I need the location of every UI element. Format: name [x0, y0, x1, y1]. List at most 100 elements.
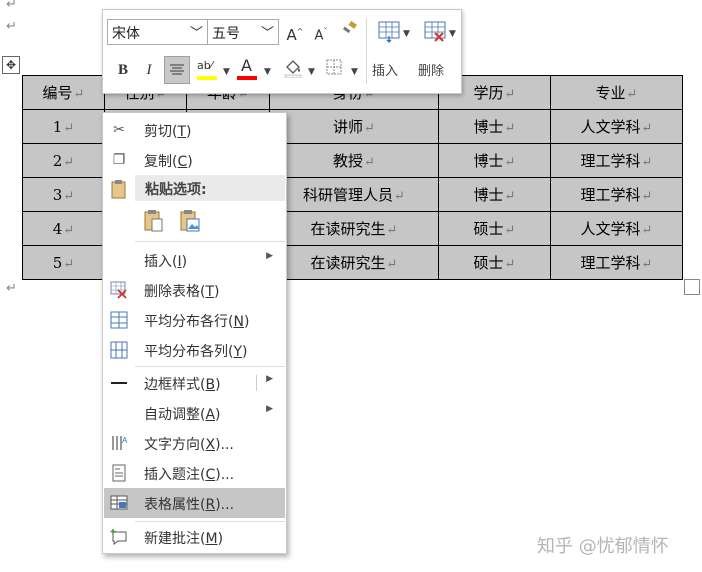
cell-end-mark: ↵: [63, 154, 75, 170]
cell-end-mark: ↵: [504, 223, 516, 238]
menu-item-new-comment[interactable]: 新建批注(M): [104, 523, 285, 551]
table-cell[interactable]: 编号↵: [22, 75, 105, 110]
table-cell[interactable]: 博士↵: [438, 109, 551, 144]
cell-end-mark: ↵: [641, 189, 653, 204]
chevron-down-icon[interactable]: ▼: [223, 67, 230, 77]
table-cell[interactable]: 专业↵: [550, 75, 683, 110]
delete-table-icon: [110, 281, 128, 299]
cell-end-mark: ↵: [504, 87, 516, 102]
table-cell[interactable]: 在读研究生↵: [269, 245, 439, 280]
table-cell[interactable]: 讲师↵: [269, 109, 439, 144]
menu-item-insert-caption[interactable]: 插入题注(C)...: [104, 459, 285, 487]
cell-end-mark: ↵: [63, 188, 75, 204]
delete-table-icon: [424, 21, 446, 42]
menu-item-label: 边框样式(B): [144, 377, 221, 393]
cell-end-mark: ↵: [364, 155, 375, 170]
italic-button[interactable]: I: [137, 58, 161, 82]
table-cell[interactable]: 硕士↵: [438, 211, 551, 246]
table-cell[interactable]: 1↵: [22, 109, 105, 144]
font-size-value: 五号: [212, 26, 240, 42]
cell-text: 科研管理人员: [303, 186, 394, 204]
chevron-down-icon[interactable]: ▼: [308, 67, 315, 77]
menu-item-insert[interactable]: 插入(I) ▶: [104, 246, 285, 274]
delete-table-icon-button[interactable]: [421, 20, 449, 48]
cell-text: 教授: [333, 152, 364, 170]
cell-text: 3: [52, 185, 63, 204]
menu-item-label: 删除表格(T): [144, 284, 220, 300]
cell-end-mark: ↵: [504, 257, 516, 272]
cell-end-mark: ↵: [63, 120, 75, 136]
chevron-down-icon[interactable]: ▼: [264, 67, 271, 77]
table-cell[interactable]: 4↵: [22, 211, 105, 246]
cell-text: 硕士: [473, 254, 504, 272]
menu-item-label: 插入(I): [144, 254, 188, 270]
font-name-combo[interactable]: 宋体 ﹀: [107, 19, 208, 45]
grow-font-button[interactable]: A^: [283, 20, 307, 44]
cell-end-mark: ↵: [364, 121, 375, 136]
cell-text: 理工学科: [580, 254, 641, 272]
table-move-handle-icon[interactable]: ✥: [2, 56, 20, 74]
align-center-button[interactable]: [164, 56, 190, 84]
table-cell[interactable]: 5↵: [22, 245, 105, 280]
table-cell[interactable]: 理工学科↵: [550, 245, 683, 280]
cell-end-mark: ↵: [386, 223, 398, 238]
menu-item-distribute-columns[interactable]: 平均分布各列(Y): [104, 336, 285, 364]
table-cell[interactable]: 硕士↵: [438, 245, 551, 280]
clipboard-icon: [110, 179, 128, 199]
table-cell[interactable]: 人文学科↵: [550, 211, 683, 246]
insert-table-icon-button[interactable]: [375, 20, 403, 48]
table-cell[interactable]: 人文学科↵: [550, 109, 683, 144]
shrink-font-button[interactable]: Aˇ: [309, 20, 333, 44]
menu-item-label: 插入题注(C)...: [144, 467, 235, 483]
table-cell[interactable]: 3↵: [22, 177, 105, 212]
paragraph-mark: ↵: [6, 19, 17, 34]
menu-item-copy[interactable]: ❐ 复制(C): [104, 146, 285, 174]
cell-end-mark: ↵: [641, 155, 653, 170]
cell-end-mark: ↵: [63, 256, 75, 272]
cell-text: 硕士: [473, 220, 504, 238]
table-cell[interactable]: 博士↵: [438, 177, 551, 212]
shading-button[interactable]: [281, 58, 305, 82]
menu-item-distribute-rows[interactable]: 平均分布各行(N): [104, 306, 285, 334]
table-resize-handle[interactable]: [684, 279, 700, 295]
menu-item-delete-table[interactable]: 删除表格(T): [104, 276, 285, 304]
table-cell[interactable]: 在读研究生↵: [269, 211, 439, 246]
paste-keep-formatting-icon[interactable]: [143, 209, 165, 233]
table-cell[interactable]: 博士↵: [438, 143, 551, 178]
font-size-combo[interactable]: 五号 ﹀: [207, 19, 279, 45]
border-line-icon: [110, 374, 128, 392]
chevron-down-icon[interactable]: ▼: [449, 29, 456, 39]
svg-text:A: A: [122, 436, 128, 445]
borders-button[interactable]: [322, 58, 346, 82]
chevron-down-icon[interactable]: ▼: [351, 67, 358, 77]
table-cell[interactable]: 教授↵: [269, 143, 439, 178]
distribute-columns-icon: [110, 341, 128, 359]
table-cell[interactable]: 科研管理人员↵: [269, 177, 439, 212]
insert-label[interactable]: 插入: [372, 60, 398, 79]
font-color-button[interactable]: A: [235, 56, 261, 84]
cell-end-mark: ↵: [504, 121, 516, 136]
align-center-icon: [170, 64, 184, 75]
cell-text: 博士: [473, 118, 504, 136]
delete-label[interactable]: 删除: [418, 60, 444, 79]
highlight-button[interactable]: ab⁄: [195, 56, 221, 84]
font-color-icon: A: [241, 56, 252, 75]
menu-item-autofit[interactable]: 自动调整(A) ▶: [104, 399, 285, 427]
cell-end-mark: ↵: [641, 223, 653, 238]
menu-item-cut[interactable]: ✂ 剪切(T): [104, 116, 285, 144]
format-painter-icon: [342, 20, 357, 34]
menu-item-border-styles[interactable]: 边框样式(B) ▶: [104, 369, 285, 397]
menu-item-table-properties[interactable]: 表格属性(R)...: [104, 488, 285, 518]
table-cell[interactable]: 理工学科↵: [550, 143, 683, 178]
chevron-down-icon[interactable]: ▼: [403, 29, 410, 39]
highlight-icon: ab⁄: [197, 59, 213, 72]
table-cell[interactable]: 理工学科↵: [550, 177, 683, 212]
paste-picture-icon[interactable]: [179, 209, 201, 233]
watermark-text: 知乎 @忧郁情怀: [537, 536, 669, 557]
bold-button[interactable]: B: [111, 58, 135, 82]
menu-item-text-direction[interactable]: A 文字方向(X)...: [104, 429, 285, 457]
menu-separator: [135, 521, 285, 522]
format-painter-button[interactable]: [337, 20, 361, 44]
table-cell[interactable]: 2↵: [22, 143, 105, 178]
cell-text: 博士: [473, 152, 504, 170]
